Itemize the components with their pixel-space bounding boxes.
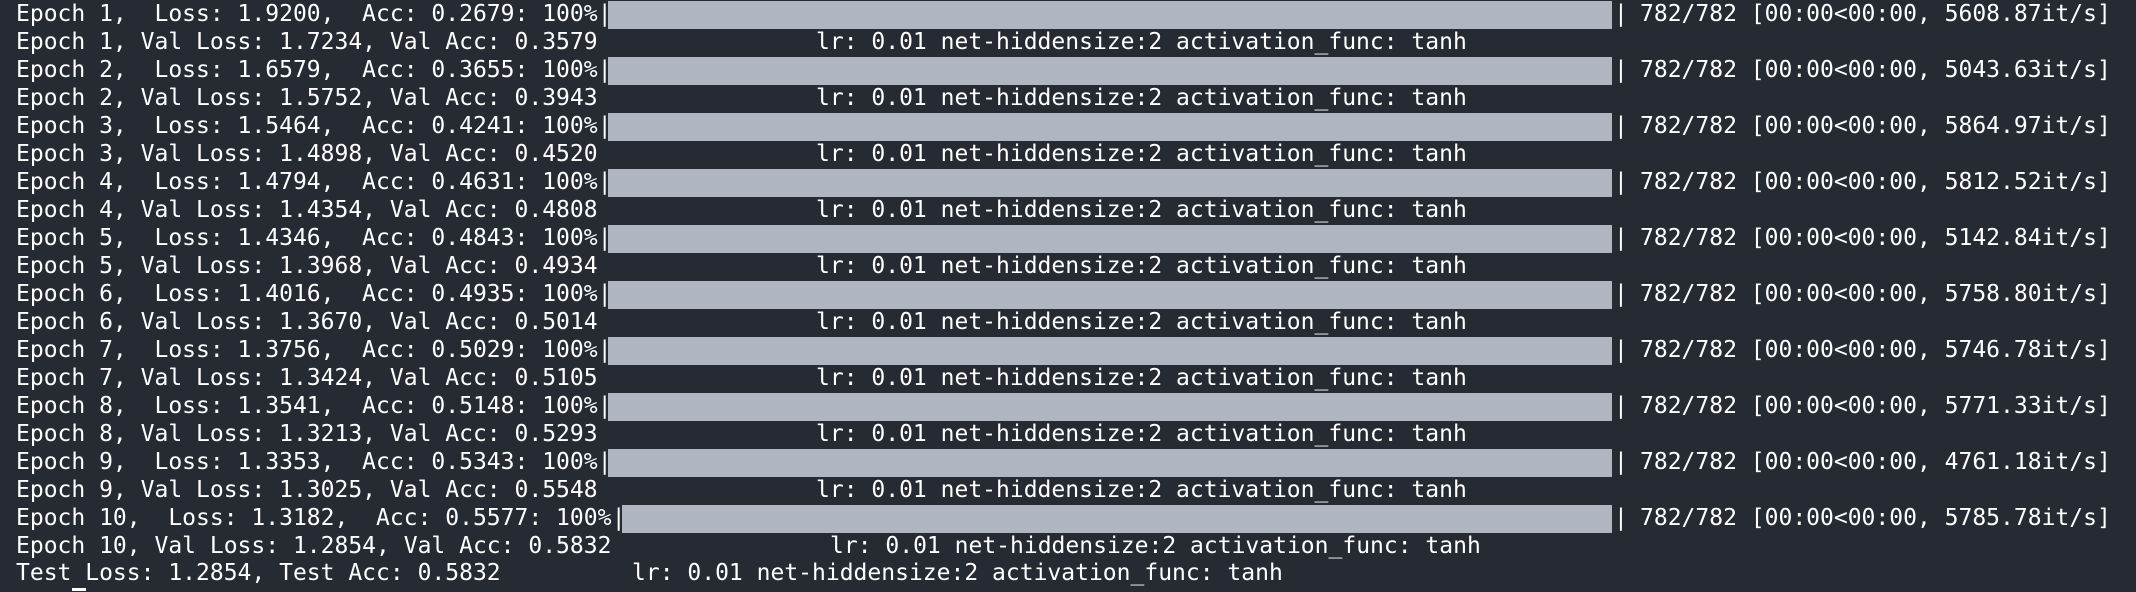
progress-bar-fill [607,225,1612,253]
train-progress-label: Epoch 10, Loss: 1.3182, Acc: 0.5577: 100… [16,505,612,531]
validation-hyperparams: lr: 0.01 net-hiddensize:2 activation_fun… [816,85,1467,111]
validation-hyperparams: lr: 0.01 net-hiddensize:2 activation_fun… [816,421,1467,447]
validation-result-line: Epoch 6, Val Loss: 1.3670, Val Acc: 0.50… [16,309,598,335]
progress-bar-fill [607,337,1612,365]
validation-result-line: Epoch 5, Val Loss: 1.3968, Val Acc: 0.49… [16,253,598,279]
progress-stats: 782/782 [00:00<00:00, 5785.78it/s] [1640,505,2111,531]
progress-bar-fill [607,113,1612,141]
validation-result-line: Epoch 2, Val Loss: 1.5752, Val Acc: 0.39… [16,85,598,111]
validation-hyperparams: lr: 0.01 net-hiddensize:2 activation_fun… [830,533,1481,559]
validation-hyperparams: lr: 0.01 net-hiddensize:2 activation_fun… [816,309,1467,335]
progress-bar-right-edge: | [1614,281,1628,307]
train-progress-label: Epoch 3, Loss: 1.5464, Acc: 0.4241: 100% [16,113,598,139]
validation-result-line: Epoch 1, Val Loss: 1.7234, Val Acc: 0.35… [16,29,598,55]
progress-bar-right-edge: | [1614,449,1628,475]
terminal-output: Epoch 1, Loss: 1.9200, Acc: 0.2679: 100%… [0,0,2136,592]
terminal-cursor [72,588,86,591]
validation-result-line: Epoch 9, Val Loss: 1.3025, Val Acc: 0.55… [16,477,598,503]
train-progress-label: Epoch 8, Loss: 1.3541, Acc: 0.5148: 100% [16,393,598,419]
progress-bar-right-edge: | [1614,113,1628,139]
progress-bar-fill [607,1,1612,29]
train-progress-label: Epoch 5, Loss: 1.4346, Acc: 0.4843: 100% [16,225,598,251]
progress-bar-fill [607,57,1612,85]
progress-bar-right-edge: | [1614,225,1628,251]
progress-bar-fill [607,169,1612,197]
validation-hyperparams: lr: 0.01 net-hiddensize:2 activation_fun… [816,253,1467,279]
validation-hyperparams: lr: 0.01 net-hiddensize:2 activation_fun… [816,365,1467,391]
train-progress-label: Epoch 1, Loss: 1.9200, Acc: 0.2679: 100% [16,1,598,27]
progress-stats: 782/782 [00:00<00:00, 5608.87it/s] [1640,1,2111,27]
progress-stats: 782/782 [00:00<00:00, 5812.52it/s] [1640,169,2111,195]
test-result-line: Test Loss: 1.2854, Test Acc: 0.5832 [16,560,501,586]
progress-bar-fill [607,281,1612,309]
progress-stats: 782/782 [00:00<00:00, 5746.78it/s] [1640,337,2111,363]
progress-bar-fill [607,449,1612,477]
train-progress-label: Epoch 4, Loss: 1.4794, Acc: 0.4631: 100% [16,169,598,195]
progress-bar-fill [607,393,1612,421]
test-hyperparams: lr: 0.01 net-hiddensize:2 activation_fun… [632,560,1283,586]
validation-result-line: Epoch 3, Val Loss: 1.4898, Val Acc: 0.45… [16,141,598,167]
progress-bar-right-edge: | [1614,393,1628,419]
train-progress-label: Epoch 2, Loss: 1.6579, Acc: 0.3655: 100% [16,57,598,83]
progress-stats: 782/782 [00:00<00:00, 4761.18it/s] [1640,449,2111,475]
progress-stats: 782/782 [00:00<00:00, 5758.80it/s] [1640,281,2111,307]
validation-result-line: Epoch 7, Val Loss: 1.3424, Val Acc: 0.51… [16,365,598,391]
train-progress-label: Epoch 7, Loss: 1.3756, Acc: 0.5029: 100% [16,337,598,363]
validation-result-line: Epoch 8, Val Loss: 1.3213, Val Acc: 0.52… [16,421,598,447]
train-progress-label: Epoch 9, Loss: 1.3353, Acc: 0.5343: 100% [16,449,598,475]
progress-bar-right-edge: | [1614,169,1628,195]
progress-stats: 782/782 [00:00<00:00, 5771.33it/s] [1640,393,2111,419]
validation-hyperparams: lr: 0.01 net-hiddensize:2 activation_fun… [816,477,1467,503]
progress-bar-right-edge: | [1614,1,1628,27]
validation-hyperparams: lr: 0.01 net-hiddensize:2 activation_fun… [816,197,1467,223]
train-progress-label: Epoch 6, Loss: 1.4016, Acc: 0.4935: 100% [16,281,598,307]
validation-hyperparams: lr: 0.01 net-hiddensize:2 activation_fun… [816,141,1467,167]
validation-hyperparams: lr: 0.01 net-hiddensize:2 activation_fun… [816,29,1467,55]
progress-stats: 782/782 [00:00<00:00, 5043.63it/s] [1640,57,2111,83]
progress-bar-right-edge: | [1614,505,1628,531]
progress-stats: 782/782 [00:00<00:00, 5864.97it/s] [1640,113,2111,139]
progress-bar-right-edge: | [1614,337,1628,363]
progress-stats: 782/782 [00:00<00:00, 5142.84it/s] [1640,225,2111,251]
progress-bar-fill [621,505,1612,533]
validation-result-line: Epoch 10, Val Loss: 1.2854, Val Acc: 0.5… [16,533,612,559]
validation-result-line: Epoch 4, Val Loss: 1.4354, Val Acc: 0.48… [16,197,598,223]
progress-bar-right-edge: | [1614,57,1628,83]
